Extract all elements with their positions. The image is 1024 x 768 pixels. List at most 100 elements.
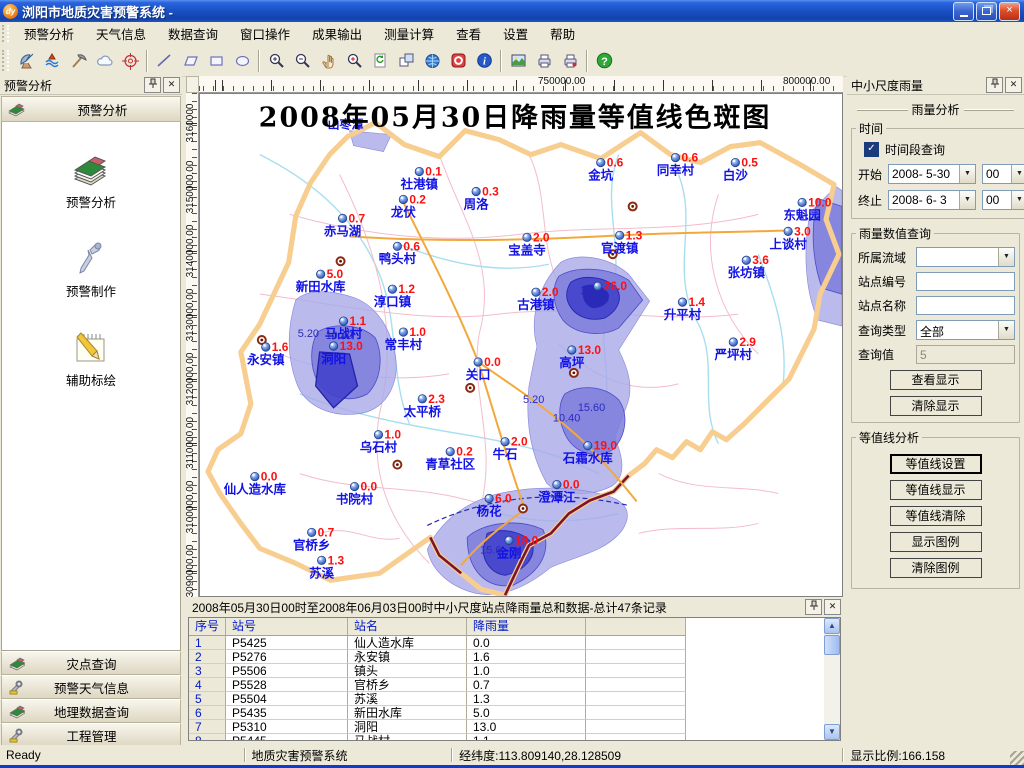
resize-grip[interactable] <box>1010 751 1024 765</box>
chevron-down-icon[interactable]: ▼ <box>959 191 975 209</box>
start-hour-select[interactable]: 00▼ <box>982 164 1024 184</box>
scroll-down-icon[interactable]: ▼ <box>824 724 840 740</box>
contour-button-2[interactable]: 等值线显示 <box>890 480 982 500</box>
nav-item-2[interactable]: 预警天气信息 <box>1 675 181 699</box>
bottom-panel-pin-icon[interactable] <box>805 599 822 615</box>
table-row[interactable]: 4P5528官桥乡0.7 <box>189 678 840 692</box>
ruler-label: 3120000.00 <box>185 344 197 414</box>
menu-item-4[interactable]: 窗口操作 <box>229 21 301 46</box>
svg-text:1.4: 1.4 <box>688 295 705 309</box>
zoom-select-icon[interactable] <box>342 49 366 73</box>
line-icon[interactable] <box>152 49 176 73</box>
menu-item-2[interactable]: 天气信息 <box>85 21 157 46</box>
menu-item-3[interactable]: 数据查询 <box>157 21 229 46</box>
ellipse-icon[interactable] <box>230 49 254 73</box>
table-row[interactable]: 7P5310洞阳13.0 <box>189 720 840 734</box>
info-icon[interactable]: i <box>472 49 496 73</box>
minimize-button[interactable] <box>953 2 974 21</box>
nav-item-4[interactable]: 工程管理 <box>1 723 181 747</box>
scroll-up-icon[interactable]: ▲ <box>824 618 840 634</box>
svg-text:0.3: 0.3 <box>482 184 499 198</box>
table-header-row: 序号站号站名降雨量 <box>189 618 840 636</box>
right-panel: 中小尺度雨量 ✕ 雨量分析 时间 ✓ 时间段查询 开始 2008- 5-30▼ … <box>847 76 1024 745</box>
radar-icon[interactable] <box>14 49 38 73</box>
chevron-down-icon[interactable]: ▼ <box>998 248 1014 266</box>
scroll-thumb[interactable] <box>824 635 840 655</box>
bottom-panel-close-icon[interactable]: ✕ <box>824 599 841 615</box>
menu-grip[interactable] <box>2 25 9 41</box>
contour-button-1[interactable]: 等值线设置 <box>890 454 982 474</box>
table-cell: P5504 <box>226 692 348 706</box>
chevron-down-icon[interactable]: ▼ <box>1011 165 1024 183</box>
pan-icon[interactable] <box>316 49 340 73</box>
time-range-checkbox[interactable]: ✓ <box>864 142 879 157</box>
query-combo-4[interactable]: 全部▼ <box>916 320 1015 340</box>
map-canvas[interactable]: 山枣潭0.1社港镇0.3周洛0.2龙伏0.6金坑0.6同幸村0.5白沙10.0东… <box>199 93 843 597</box>
tool-item-2[interactable]: 预警制作 <box>2 239 180 300</box>
menu-item-6[interactable]: 测量计算 <box>373 21 445 46</box>
right-panel-close-icon[interactable]: ✕ <box>1005 77 1022 93</box>
image-icon[interactable] <box>506 49 530 73</box>
help-icon[interactable]: ? <box>592 49 616 73</box>
cascade-icon[interactable] <box>394 49 418 73</box>
show-query-button[interactable]: 查看显示 <box>890 370 982 390</box>
map-svg[interactable]: 山枣潭0.1社港镇0.3周洛0.2龙伏0.6金坑0.6同幸村0.5白沙10.0东… <box>200 94 842 596</box>
table-row[interactable]: 3P5506镇头1.0 <box>189 664 840 678</box>
chevron-down-icon[interactable]: ▼ <box>1011 191 1024 209</box>
table-row[interactable]: 2P5276永安镇1.6 <box>189 650 840 664</box>
nav-item-1[interactable]: 灾点查询 <box>1 651 181 675</box>
nav-item-3[interactable]: 地理数据查询 <box>1 699 181 723</box>
table-row[interactable]: 6P5435新田水库5.0 <box>189 706 840 720</box>
tool-item-1[interactable]: 预警分析 <box>2 150 180 211</box>
menu-item-7[interactable]: 查看 <box>445 21 492 46</box>
query-input-2[interactable] <box>916 272 1015 291</box>
tool-item-3[interactable]: 辅助标绘 <box>2 328 180 389</box>
table-cell: 1 <box>189 636 226 650</box>
restore-button[interactable] <box>976 2 997 21</box>
svg-text:常丰村: 常丰村 <box>385 337 423 352</box>
menu-item-1[interactable]: 预警分析 <box>13 21 85 46</box>
tool-item-label: 预警分析 <box>2 192 180 211</box>
print-icon[interactable] <box>532 49 556 73</box>
zoom-in-icon[interactable] <box>264 49 288 73</box>
target-icon[interactable] <box>118 49 142 73</box>
stamp-icon <box>8 655 25 671</box>
query-input-3[interactable] <box>916 296 1015 315</box>
svg-text:0.6: 0.6 <box>607 156 624 170</box>
query-combo-1[interactable]: ▼ <box>916 247 1015 267</box>
right-panel-header: 中小尺度雨量 ✕ <box>847 76 1024 95</box>
menu-item-8[interactable]: 设置 <box>492 21 539 46</box>
print-setup-icon[interactable] <box>558 49 582 73</box>
table-row[interactable]: 8P5445马战村1.1 <box>189 734 840 741</box>
zoom-out-icon[interactable] <box>290 49 314 73</box>
flood-icon[interactable] <box>40 49 64 73</box>
pick-icon[interactable] <box>66 49 90 73</box>
chevron-down-icon[interactable]: ▼ <box>998 321 1014 339</box>
contour-button-5[interactable]: 清除图例 <box>890 558 982 578</box>
table-row[interactable]: 1P5425仙人造水库0.0 <box>189 636 840 650</box>
rect-icon[interactable] <box>204 49 228 73</box>
ruler-label: 750000.00 <box>538 76 585 87</box>
left-panel-pin-icon[interactable] <box>144 77 161 93</box>
right-panel-pin-icon[interactable] <box>986 77 1003 93</box>
menu-item-9[interactable]: 帮助 <box>539 21 586 46</box>
cloud-icon[interactable] <box>92 49 116 73</box>
polygon-icon[interactable] <box>178 49 202 73</box>
clear-query-button[interactable]: 清除显示 <box>890 396 982 416</box>
table-scrollbar[interactable]: ▲ ▼ <box>824 618 840 740</box>
left-panel-close-icon[interactable]: ✕ <box>163 77 180 93</box>
refresh-icon[interactable] <box>368 49 392 73</box>
chevron-down-icon[interactable]: ▼ <box>959 165 975 183</box>
table-cell: P5276 <box>226 650 348 664</box>
globe-icon[interactable] <box>420 49 444 73</box>
table-row[interactable]: 5P5504苏溪1.3 <box>189 692 840 706</box>
end-hour-select[interactable]: 00▼ <box>982 190 1024 210</box>
contour-button-4[interactable]: 显示图例 <box>890 532 982 552</box>
close-button[interactable]: × <box>999 2 1020 21</box>
stop-icon[interactable] <box>446 49 470 73</box>
end-date-select[interactable]: 2008- 6- 3▼ <box>888 190 976 210</box>
menu-item-5[interactable]: 成果输出 <box>301 21 373 46</box>
contour-button-3[interactable]: 等值线清除 <box>890 506 982 526</box>
toolbar-grip[interactable] <box>2 50 9 72</box>
start-date-select[interactable]: 2008- 5-30▼ <box>888 164 976 184</box>
